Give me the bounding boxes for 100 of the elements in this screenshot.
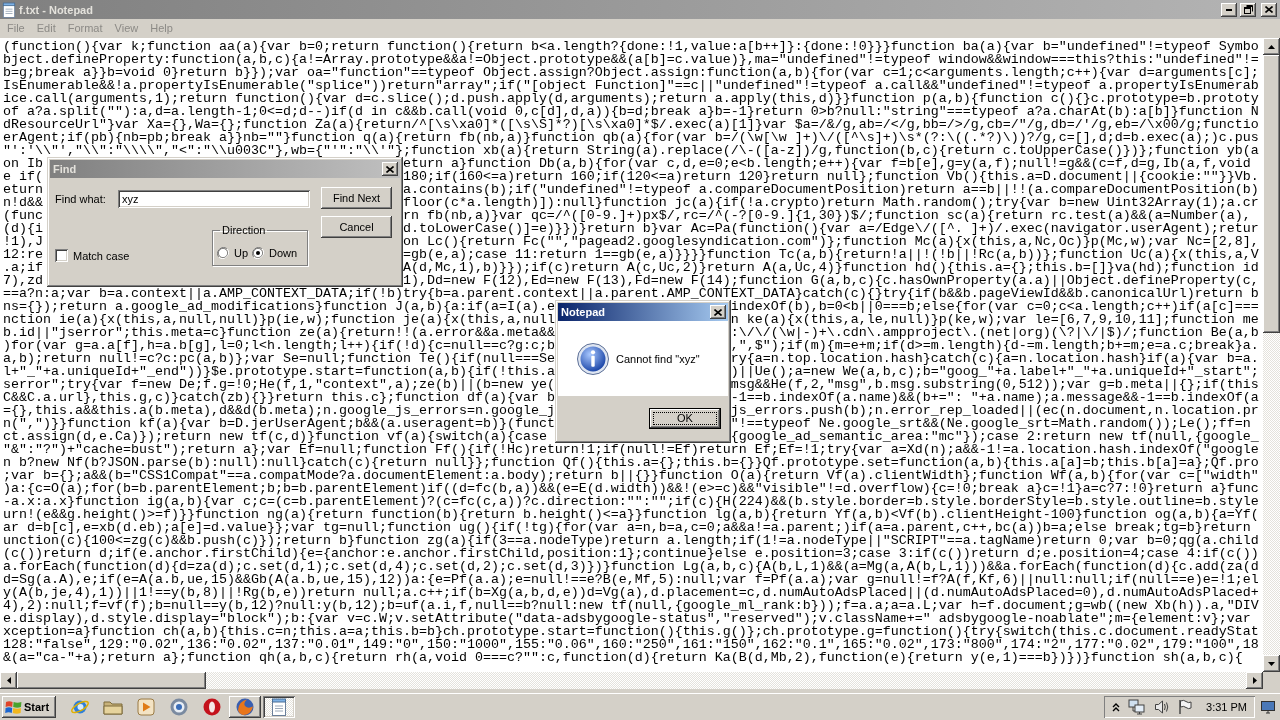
speaker-icon: [1154, 699, 1171, 715]
code-line-fragment: floor(c*a.length)]):null}function jc(a){if(!a.crypto)return Math.random();try{var b=new Uint32Array(1);a.cr: [402, 196, 1259, 209]
code-line-fragment: ={},this.a&&this.a(b.meta),d&&d(b.meta);n.google_js_errors=n.google_j: [3, 404, 555, 417]
code-line-fragment: =gb(e,a);case 11:return 1==gb(e,a)}}}}function Tc(a,b){return!a||!(!b||!Rc(a,b))};function Uc(a){x(this,a,V: [402, 248, 1259, 261]
scroll-thumb[interactable]: [17, 672, 206, 689]
dialog-button[interactable]: Cancel: [321, 216, 392, 238]
code-line: y(A(b,je,4),1))||1!==y(b,8)||!Rg(b,e))return null;a.c++;if(b=Xg(a,b,d,e))d=Vg(a),d.placement=c,d.numAutoAdsPlaced||(d.numAutoAdsPlaced=0),d.numAutoAdsPlaced+: [3, 586, 1259, 599]
code-line-fragment: C&&C.a.url},this.g,c)}catch(zb){}}return this.c};function df(a){var b: [3, 391, 555, 404]
close-button[interactable]: [1261, 2, 1277, 17]
network-icon: [1128, 699, 1147, 715]
restore-button[interactable]: [1240, 2, 1256, 17]
scroll-left-button[interactable]: [0, 672, 17, 689]
code-line-fragment: msg&&He(f,2,"msg",b.msg.substring(0,512));var g=b.meta||{};if(this: [730, 378, 1259, 391]
checkbox[interactable]: [55, 249, 68, 262]
vertical-scrollbar[interactable]: [1263, 38, 1280, 672]
code-line: dResourceUrl"}var Xa={},Wa={};function Za(a){return/^[\s\xa0]*([\s\S]*?)[\s\xa0]*$/.exec(a)[1]}var $a=/&/g,ab=/</g,bb=/>/g,cb=/"/g,db=/'/g,eb=/\x00/g;functio: [3, 118, 1259, 131]
group-label: Direction: [221, 224, 267, 236]
code-line-fragment: d.toLowerCase()]=e)}})}return b}var Ac=Pa(function(){var a=/Edge\/([^. ]+)/.exec(navigator.userAgent);retur: [402, 222, 1259, 235]
code-line: urn!(e&&g.height()>=f)}}function ng(a){return function(b){return b.height()<=a}}function lg(a,b){return Yf(a,b)<Vf(b).clientHeight-100}function og(a,b){a=Yf(: [3, 508, 1259, 521]
code-line: IsEnumerable&&!a.propertyIsEnumerable("splice"))return"array";if("[object Function]"==c||"undefined"!=typeof a.call&&"undefined"!=typeof a.propertyIsEnumerab: [3, 79, 1259, 92]
horizontal-scrollbar[interactable]: [0, 672, 1263, 689]
ok-button[interactable]: OK: [649, 407, 721, 429]
code-line-fragment: )||Ue();a=new We(a,b,c);b="goog_"+a.label+"_"+a.uniqueId+"_start";: [730, 365, 1259, 378]
find-what-field[interactable]: xyz: [118, 190, 310, 208]
code-line-fragment: serror";try{var f=new De;f.g=!0;He(f,1,"context",a);ze(b)||(b=new ye(: [3, 378, 555, 391]
close-icon: [1265, 6, 1273, 13]
code-line: "':'\\"',"\\":"\\\\","<":"\\u003C"},wb={"'":"\\'"};function xb(a){return String(a).replace(/\-([a-z])/g,function(b,c){return c.toUpperCase()})};function yb(a: [3, 144, 1259, 157]
restore-icon: [1243, 5, 1253, 14]
code-line: &(a="ca-"+a);return a};function qh(a,b,c){return rh(a,void 0===c?"":c,function(d){return Ka(B(d,Mb,2),function(e){return y(e,1)===b})})}function sh(a,b,c){: [3, 651, 1243, 664]
code-line-fragment: b.id||"jserror";this.meta=c}function ze(a){return!!(a.error&&a.meta&&: [3, 326, 555, 339]
code-line: ice.call(arguments,1);return function(){var d=c.slice();d.push.apply(d,arguments);return a.apply(this,d)}}function p(a,b){function c(){}c.prototype=b.prototy: [3, 92, 1259, 105]
checkbox-label[interactable]: Match case: [73, 249, 130, 262]
play-icon: [137, 698, 155, 716]
minimize-icon: [1226, 8, 1232, 11]
code-line-fragment: 1),Dd=new F(12),Ed=new F(13),Fd=new F(14);function G(a,b,c){c.hasOwnProperty(a.a)||Object.defineProperty(c,: [402, 274, 1259, 287]
code-line-fragment: ,",$");if(m){m=e+m;if(d>=m.length){d-=m.length;b+=m;e=a.c;break}a.: [730, 339, 1259, 352]
code-line: of a?a.split(""):a,d=a.length-1;0<=d;d--)if(d in c&&b.call(void 0,c[d],d,a)){b=d;break a}b=-1}return 0>b?null:"string"===typeof a?a.charAt(b):a[b]}function N: [3, 105, 1259, 118]
close-button[interactable]: [382, 162, 398, 176]
notepad-icon: [271, 698, 287, 716]
code-line-fragment: ry{a=n.top.location.hash}catch(c){a=n.location.hash}if(a){var b=a.: [730, 352, 1259, 365]
code-line: ==a?n:a;var b=a.context||a.AMP_CONTEXT_DATA;if(!b)try{b=a.parent.context||a.parent.AMP_CONTEXT_DATA}catch(c){}try{if(b&&b.pageViewId&&b.canonicalUrl)return b: [3, 287, 1259, 300]
start-button[interactable]: Start: [2, 696, 56, 718]
clock: 3:31 PM: [1206, 701, 1247, 713]
scroll-down-button[interactable]: [1263, 655, 1280, 672]
scroll-up-button[interactable]: [1263, 38, 1280, 55]
code-line: unction(c){100<=zg(c)&&b.push(c)});return b}function zg(a){if(3==a.nodeType)return a.length;if(1!=a.nodeType||"SCRIPT"==a.tagName)return 0;var b=0;qg(a.child: [3, 534, 1259, 547]
code-line-fragment: (func: [3, 209, 43, 222]
globe-icon: [235, 697, 255, 717]
dialog-title: Notepad: [561, 306, 605, 318]
code-line-fragment: n!d&&: [3, 196, 43, 209]
code-line-fragment: 180;if(160<=a)return 160;if(120<=a)return 120}return null};function Vb(){this.a=D.document||{cookie:""}}Vb.: [402, 170, 1259, 183]
code-line: b=g;break a}}b=void 0}return b}});var oa="function"==typeof Object.assign?Object.assign:function(a,b){for(var c=1;c<arguments.length;c++){var d=arguments[c];: [3, 66, 1259, 79]
right-arrow-icon: [1252, 677, 1257, 684]
code-line-fragment: a,b);return null!=c?c:pc(a,b)};var Se=null;function Te(){if(null===Se: [3, 352, 555, 365]
code-line: d=Sg(a.A),e;if(e=A(a.b,ue,15)&&Gb(A(a.b,ue,15),12))a:{e=Pf(a.a);e=null!==e?B(e,Mf,5):null;var f=Pf(a.a);var g=null!=f?A(f,Kf,6)||null:null;if(null==e)e=!1;el: [3, 573, 1259, 586]
code-line: (c())return d;if(e.anchor.firstChild){e={anchor:e.anchor.firstChild,position:1};continue}else e.position=3;case 3:if(c())return d;e.position=4;case 4:if(c()): [3, 547, 1259, 560]
folder-icon: [103, 698, 123, 716]
left-arrow-icon: [6, 677, 11, 684]
code-line-fragment: A(d,Mc,1),b)}});if(c)return A(c,Uc,2)}return A(a,Uc,4)}function hd(){this.a={};this.b=[]}va(hd);function id: [402, 261, 1259, 274]
dialog-button[interactable]: Find Next: [321, 187, 392, 209]
code-line-fragment: "!==typeof Ne.google_srt&&(Ne.google_srt=Math.random());Le();ff=n: [730, 417, 1251, 430]
code-line: )a:{c=O(a);for(b=b.parentElement;b;b=b.parentElement)if((d=fc(b,a))&&(e=E(d.width))&&!(e>=c)&&"visible"!=d.overflow){c=!0;break a}c=!1}a=c?7:!0}return a}func: [3, 482, 1259, 495]
code-line-fragment: l+"_"+a.uniqueId+"_end"))}$e.prototype.start=function(a,b){if(!this.a: [3, 365, 555, 378]
info-icon: [577, 342, 609, 375]
code-line-fragment: indexOf(b),b=0<b||0===b;else{for(var c=0;c<a.length;c++)if(a[c]===: [730, 300, 1259, 313]
code-line-fragment: !1),J: [3, 235, 43, 248]
code-line-fragment: a.contains(b);if("undefined"!=typeof a.compareDocumentPosition)return a==b||!!(a.compareDocumentPosition(b): [402, 183, 1259, 196]
code-line-fragment: ct.assign(d,e.Ca)});return new tf(c,d)}function vf(a){switch(a){case: [3, 430, 547, 443]
code-line-fragment: n ke(a){x(this,a,le,null)}p(ke,w);var le=[6,7,9,10,11];function me: [730, 313, 1259, 326]
code-line-fragment: -1==b.indexOf(a.name)&&(b+=": "+a.name);a.message&&-1==b.indexOf(a: [730, 391, 1259, 404]
code-line-fragment: 7),zd: [3, 274, 43, 287]
close-button[interactable]: [710, 305, 726, 319]
close-icon: [714, 308, 722, 316]
code-line-fragment: {google_ad_semantic_area:"mc"});case 2:return new tf(null,{google_: [730, 430, 1259, 443]
code-line-fragment: rn fb(nb,a)}var qc=/^([0-9.]+)px$/,rc=/^(-?[0-9.]{1,30})$/;function sc(a){return rc.test(a)&&(a=Number(a),: [402, 209, 1251, 222]
code-line: -a.x:a.x}function ig(a,b){var c;c=(c=b.parentElement)?(c=fc(c,a))?c.direction:"":"";if(c){H(224)&&(b.style.border=b.style.borderStyle=b.style.outline=b.style: [3, 495, 1259, 508]
minimize-button[interactable]: [1221, 2, 1237, 17]
code-line-fragment: e if(: [3, 170, 43, 183]
code-line: xception=a}function ch(a,b){this.c=n;this.a=a;this.b=b}ch.prototype.start=function(){this.g()};ch.prototype.g=function(){try{switch(this.c.document.readyStat: [3, 625, 1259, 638]
code-line-fragment: )for(var g=a.a[f],h=a.b[g],l=0;l<h.length;l++){if(!d){c=null==c?g:c;b: [3, 339, 555, 352]
radio-button[interactable]: [217, 246, 229, 259]
down-arrow-icon: [1268, 661, 1275, 666]
code-line: erAgent;if(pb){nb=pb;break a}}nb=""}function q(a){return fb(nb,a)}function qb(a){for(var b=/(\w[\w ]+)\/([^\s]+)\s*(?:\((.*?)\))?/g,c=[],d;d=b.exec(a);)c.pus: [3, 131, 1259, 144]
scroll-thumb[interactable]: [1263, 55, 1280, 333]
task-button[interactable]: [263, 696, 295, 718]
scroll-right-button[interactable]: [1246, 672, 1263, 689]
task-button[interactable]: [229, 696, 261, 718]
find-what-label: Find what:: [55, 193, 107, 205]
chevron-icon: [1112, 702, 1121, 712]
code-line: ;var b={};a&&(b="CSS1Compat"==a.compatMode?a.documentElement:a.body);return b||{}}function O(a){return Vf(a).clientWidth};function Wf(a,b){for(var c=["width": [3, 469, 1259, 482]
radio-label[interactable]: Down: [269, 246, 298, 259]
flag-logo-icon: [5, 699, 22, 715]
code-line-fragment: ns={});return a.google_ad_modifications}function J(a,b){a:if(a=I(a).e: [3, 300, 555, 313]
window-title: f.txt - Notepad: [19, 3, 93, 16]
code-line: 4),2):null;f=vf(f);b=null==y(b,12)?null:y(b,12);b=uf(a.i,f,null==b?null:new tf(null,{google_ml_rank:b}));f=a.a;a=a.L;var h=f.document;g=wb((new Xb(h)).a,"DIV: [3, 599, 1259, 612]
code-line-fragment: nction ie(a){x(this,a,null,null)}p(ie,w);function je(a){x(this,a,null: [3, 313, 555, 326]
code-line-fragment: .a;if: [3, 261, 43, 274]
code-line: e.display),d.style.display="block");b:{var v=c.W;v.setAttribute("data-adsbygoogle-status","reserved");v.className+=" adsbygoogle-noablate";m={element:v};var: [3, 612, 1251, 625]
code-line-fragment: on Ib: [3, 157, 43, 170]
radio-label[interactable]: Up: [234, 246, 249, 259]
